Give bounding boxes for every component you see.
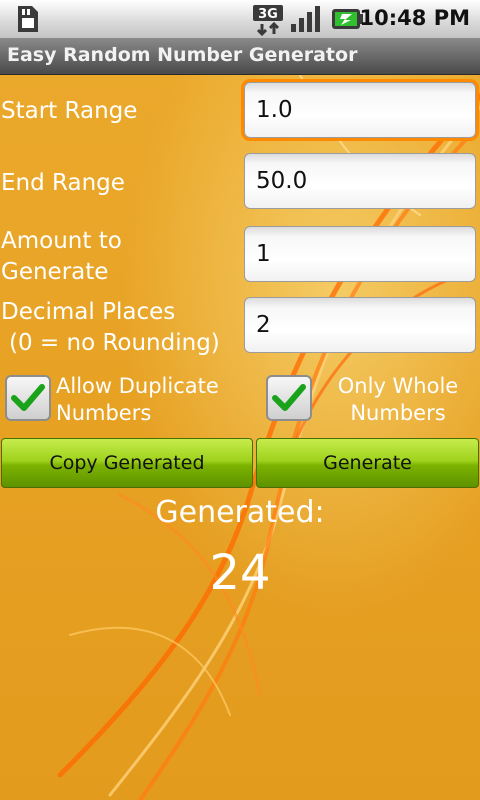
main-content: Start Range 1.0 End Range 50.0 Amount to… [0,75,480,800]
start-range-label: Start Range [1,98,138,124]
status-time: 10:48 PM [359,6,470,30]
end-range-label: End Range [1,170,125,196]
decimal-places-label-line1: Decimal Places [1,299,176,325]
network-label: 3G [258,7,278,22]
generate-button[interactable]: Generate [256,438,479,488]
signal-icon [290,4,324,38]
amount-label-line1: Amount to [1,228,122,254]
generated-label: Generated: [155,495,325,530]
amount-input[interactable]: 1 [244,226,476,282]
app-title-bar: Easy Random Number Generator [0,38,480,75]
only-whole-label: Only Whole Numbers [320,373,476,427]
app-title: Easy Random Number Generator [7,44,358,66]
decimal-places-input[interactable]: 2 [244,297,476,353]
checkmark-icon [272,384,306,411]
generated-value: 24 [209,545,271,601]
allow-duplicates-label-line1: Allow Duplicate [56,374,219,398]
sd-card-icon [14,4,40,38]
allow-duplicates-label: Allow Duplicate Numbers [56,373,224,427]
decimal-places-label-line2: (0 = no Rounding) [9,330,220,356]
amount-label-line2: Generate [1,259,109,285]
start-range-input[interactable]: 1.0 [244,82,476,138]
status-bar: 3G 10:48 PM [0,0,480,38]
network-3g-icon: 3G [252,4,286,40]
allow-duplicates-label-line2: Numbers [56,401,152,425]
copy-generated-button[interactable]: Copy Generated [1,438,253,488]
only-whole-label-line2: Numbers [350,401,446,425]
only-whole-label-line1: Only Whole [337,374,459,398]
only-whole-checkbox[interactable] [266,375,312,421]
decimal-places-label: Decimal Places (0 = no Rounding) [1,297,220,359]
allow-duplicates-checkbox[interactable] [5,375,51,421]
checkmark-icon [11,384,45,411]
end-range-input[interactable]: 50.0 [244,153,476,209]
amount-label: Amount to Generate [1,226,122,288]
